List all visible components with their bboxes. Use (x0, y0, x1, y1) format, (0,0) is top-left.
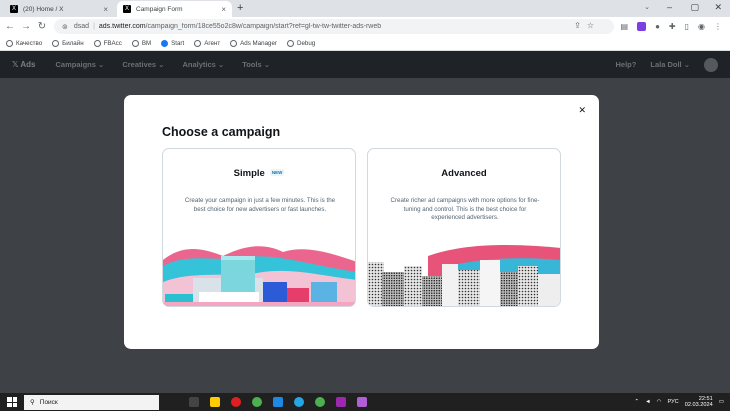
menu-analytics[interactable]: Analytics ⌄ (182, 60, 224, 69)
card-title: Advanced (441, 168, 487, 179)
globe-icon (286, 39, 294, 47)
separator: | (93, 23, 95, 30)
chevron-up-icon[interactable]: ⌃ (634, 399, 639, 405)
minimize-button[interactable]: – (667, 2, 672, 12)
advanced-illustration (368, 245, 560, 306)
app-purple-icon[interactable] (336, 397, 346, 407)
ads-logo[interactable]: 𝕏 Ads (12, 60, 36, 69)
taskbar-apps (189, 397, 367, 407)
windows-taskbar: ⚲ Поиск ⌃ ◄ ◠ РУС 22:51 02.03.2024 ▭ (0, 393, 730, 411)
close-icon[interactable]: ✕ (578, 105, 586, 116)
bookmark[interactable]: FBAcc (93, 39, 122, 47)
menu-tools[interactable]: Tools ⌄ (242, 60, 270, 69)
kebab-menu-icon[interactable]: ⋮ (714, 22, 722, 31)
app-active-icon[interactable] (357, 397, 367, 407)
choose-campaign-modal: ✕ Choose a campaign Simple NEW Create you… (124, 95, 599, 349)
ads-header: 𝕏 Ads Campaigns ⌄ Creatives ⌄ Analytics … (0, 51, 730, 78)
globe-icon (93, 39, 101, 47)
bookmark[interactable]: Start (161, 39, 184, 47)
site-info-icon[interactable]: ⊚ (62, 23, 68, 31)
clock[interactable]: 22:51 02.03.2024 (685, 396, 713, 409)
avatar[interactable] (704, 57, 718, 72)
back-button[interactable]: ← (2, 21, 18, 32)
close-tab-icon[interactable]: × (221, 5, 226, 14)
facebook-icon (161, 39, 169, 47)
extension-purple-icon[interactable] (637, 21, 647, 31)
share-star-icons[interactable]: ⇪☆ (574, 21, 600, 30)
extension-icon[interactable]: ▤ (621, 22, 629, 31)
globe-icon (52, 39, 60, 47)
bookmark[interactable]: Качество (6, 39, 42, 47)
file-explorer-icon[interactable] (210, 397, 220, 407)
browser-toolbar: ← → ↻ ⊚ dsad | ads.twitter.com/campaign_… (0, 17, 730, 36)
bookmarks-bar: Качество Билайн FBAcc BM Start Агент Ads… (0, 36, 730, 51)
bookmark[interactable]: Билайн (52, 39, 84, 47)
advanced-campaign-card[interactable]: Advanced Create richer ad campaigns with… (367, 148, 561, 307)
chrome-icon[interactable] (315, 397, 325, 407)
tab-home-x[interactable]: X (20) Home / X × (4, 1, 114, 17)
tab-title: (20) Home / X (23, 5, 64, 13)
tab-title: Campaign Form (136, 5, 183, 13)
bookmark[interactable]: BM (131, 39, 151, 47)
menu-creatives[interactable]: Creatives ⌄ (122, 60, 164, 69)
user-menu[interactable]: Lala Doll ⌄ (650, 60, 690, 69)
notifications-icon[interactable]: ▭ (719, 399, 724, 405)
bookmark[interactable]: Агент (194, 39, 220, 47)
close-tab-icon[interactable]: × (103, 5, 108, 14)
yandex-icon[interactable] (231, 397, 241, 407)
mail-icon[interactable] (273, 397, 283, 407)
search-icon: ⚲ (30, 399, 35, 406)
forward-button[interactable]: → (18, 21, 34, 32)
taskbar-search-input[interactable]: ⚲ Поиск (24, 394, 159, 410)
x-logo-icon: X (123, 5, 131, 13)
sidebar-icon[interactable]: ▯ (685, 22, 689, 31)
card-description: Create your campaign in just a few minut… (184, 197, 336, 213)
maximize-button[interactable]: ▢ (690, 2, 699, 13)
url-text: ads.twitter.com/campaign_form/18ce55o2c8… (98, 23, 382, 30)
new-tab-button[interactable]: + (237, 2, 243, 14)
tab-search-icon[interactable]: ⌄ (644, 3, 650, 11)
volume-icon[interactable]: ◄ (645, 399, 651, 405)
chrome-icon[interactable] (252, 397, 262, 407)
globe-icon (230, 39, 238, 47)
modal-title: Choose a campaign (162, 125, 281, 139)
simple-illustration (163, 246, 355, 306)
simple-campaign-card[interactable]: Simple NEW Create your campaign in just a… (162, 148, 356, 307)
extension-dot-icon[interactable]: ● (655, 22, 660, 31)
new-badge: NEW (269, 169, 285, 176)
card-description: Create richer ad campaigns with more opt… (390, 197, 540, 222)
task-view-icon[interactable] (189, 397, 199, 407)
help-link[interactable]: Help? (616, 60, 637, 69)
search-placeholder: Поиск (39, 398, 58, 406)
extensions-area: ▤ ● ✚ ▯ ◉ ⋮ (621, 20, 722, 32)
telegram-icon[interactable] (294, 397, 304, 407)
x-logo-icon: X (10, 5, 18, 13)
wifi-icon[interactable]: ◠ (657, 399, 662, 405)
globe-icon (6, 39, 13, 47)
tab-campaign-form[interactable]: X Campaign Form × (117, 1, 232, 17)
profile-icon[interactable]: ◉ (698, 22, 705, 31)
header-right: Help? Lala Doll ⌄ (616, 51, 718, 78)
reload-button[interactable]: ↻ (34, 21, 50, 32)
close-window-button[interactable]: ✕ (714, 2, 722, 13)
language-indicator[interactable]: РУС (668, 399, 679, 405)
system-tray: ⌃ ◄ ◠ РУС 22:51 02.03.2024 ▭ (634, 393, 724, 411)
site-name: dsad (73, 23, 90, 30)
globe-icon (194, 39, 202, 47)
card-title: Simple NEW (233, 168, 285, 179)
bookmark[interactable]: Ads Manager (230, 39, 277, 47)
menu-campaigns[interactable]: Campaigns ⌄ (56, 60, 105, 69)
address-bar[interactable]: ⊚ dsad | ads.twitter.com/campaign_form/1… (54, 19, 614, 34)
browser-tab-strip: X (20) Home / X × X Campaign Form × + ⌄ … (0, 0, 730, 17)
puzzle-icon[interactable]: ✚ (669, 22, 676, 31)
globe-icon (131, 39, 139, 47)
windows-start-icon[interactable] (7, 397, 17, 407)
bookmark[interactable]: Debug (286, 39, 315, 47)
